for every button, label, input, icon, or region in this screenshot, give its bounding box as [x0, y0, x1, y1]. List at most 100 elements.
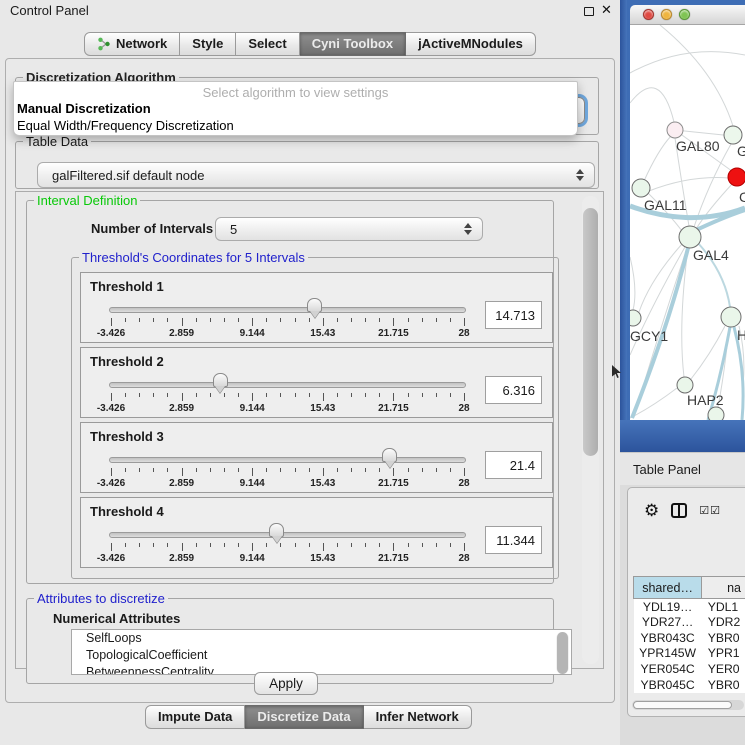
table-row[interactable]: YER054CYER0 — [634, 661, 745, 677]
threshold-label: Threshold 1 — [90, 279, 164, 294]
list-scrollbar[interactable] — [556, 632, 569, 674]
slider-handle[interactable] — [307, 298, 322, 312]
slider-handle[interactable] — [269, 523, 284, 537]
node-table[interactable]: shared… na YDL19…YDL1YDR27…YDR2YBR043CYB… — [633, 576, 745, 693]
numerical-attributes-label: Numerical Attributes — [53, 611, 180, 626]
table-panel-header: Table Panel — [620, 452, 745, 485]
network-node[interactable] — [632, 179, 650, 197]
threshold-value-field[interactable]: 14.713 — [485, 301, 542, 329]
column-header-name[interactable]: na — [702, 577, 745, 599]
tab-infer-network[interactable]: Infer Network — [364, 705, 472, 729]
threshold-slider[interactable] — [109, 457, 466, 463]
slider-handle[interactable] — [382, 448, 397, 462]
vertical-scrollbar[interactable] — [582, 196, 599, 664]
group-title: Attributes to discretize — [34, 591, 168, 606]
network-graph[interactable]: GAL80GACGAL11GAL4GCY1HHAP2 — [630, 25, 745, 420]
network-icon — [97, 37, 111, 51]
tab-label: Cyni Toolbox — [312, 33, 393, 55]
close-icon[interactable]: ✕ — [601, 2, 612, 18]
threshold-slider[interactable] — [109, 382, 466, 388]
column-header-shared[interactable]: shared… — [634, 577, 702, 599]
settings-scrollport: Interval Definition Number of Intervals … — [15, 191, 604, 669]
threshold-label: Threshold 3 — [90, 429, 164, 444]
horizontal-scrollbar[interactable] — [632, 700, 744, 710]
gear-icon[interactable]: ⚙ — [644, 502, 659, 519]
network-node[interactable] — [667, 122, 683, 138]
table-row[interactable]: YBR043CYBR0 — [634, 630, 745, 646]
spinner-arrows-icon — [460, 223, 476, 235]
dropdown-prompt: Select algorithm to view settings — [14, 82, 577, 100]
network-node[interactable] — [677, 377, 693, 393]
tab-impute-data[interactable]: Impute Data — [145, 705, 245, 729]
threshold-slider[interactable] — [109, 532, 466, 538]
table-data-combobox[interactable]: galFiltered.sif default node — [37, 162, 595, 188]
table-row[interactable]: YDR27…YDR2 — [634, 614, 745, 630]
network-window-frame-edge — [620, 0, 627, 452]
network-node[interactable] — [630, 310, 641, 326]
network-node[interactable] — [728, 168, 745, 186]
node-label: HAP2 — [687, 392, 724, 408]
tab-label: Network — [116, 33, 167, 55]
threshold-row: Threshold 2 -3.4262.8599.14415.4321.7152… — [80, 347, 553, 418]
network-edge[interactable] — [649, 178, 729, 191]
network-node[interactable] — [679, 226, 701, 248]
apply-button[interactable]: Apply — [254, 672, 318, 695]
threshold-value-field[interactable]: 21.4 — [485, 451, 542, 479]
node-label: C — [739, 189, 745, 205]
close-traffic-light[interactable] — [643, 9, 654, 20]
control-panel: Control Panel ✕ Network Style Select Cyn… — [0, 0, 620, 745]
network-edge[interactable] — [630, 52, 745, 73]
float-window-icon[interactable] — [584, 7, 594, 16]
slider-ruler: -3.4262.8599.14415.4321.71528 — [111, 318, 464, 342]
dropdown-option-equal-width[interactable]: Equal Width/Frequency Discretization — [14, 117, 577, 134]
network-edge[interactable] — [630, 257, 635, 310]
network-edge[interactable] — [644, 136, 671, 181]
zoom-traffic-light[interactable] — [679, 9, 690, 20]
number-of-intervals-label: Number of Intervals — [91, 221, 213, 236]
threshold-label: Threshold 2 — [90, 354, 164, 369]
network-window-frame-bottom — [620, 420, 745, 452]
scrollbar-thumb[interactable] — [633, 701, 732, 709]
list-item[interactable]: BetweennessCentrality — [72, 664, 571, 675]
slider-ruler: -3.4262.8599.14415.4321.71528 — [111, 393, 464, 417]
tab-label: jActiveMNodules — [418, 33, 523, 55]
control-panel-titlebar: Control Panel ✕ — [0, 0, 620, 22]
scrollbar-thumb[interactable] — [583, 208, 598, 456]
tab-select[interactable]: Select — [236, 32, 299, 56]
node-label: H — [737, 327, 745, 343]
number-of-intervals-combobox[interactable]: 5 — [215, 217, 483, 241]
threshold-slider[interactable] — [109, 307, 466, 313]
numerical-attributes-list[interactable]: SelfLoops TopologicalCoefficient Between… — [71, 629, 572, 675]
threshold-value-field[interactable]: 11.344 — [485, 526, 542, 554]
tab-label: Impute Data — [158, 706, 232, 728]
dropdown-option-manual[interactable]: Manual Discretization — [14, 100, 577, 117]
tab-label: Infer Network — [376, 706, 459, 728]
network-node[interactable] — [708, 407, 724, 420]
slider-handle[interactable] — [213, 373, 228, 387]
table-row[interactable]: YBR045CYBR0 — [634, 677, 745, 693]
node-label: GAL80 — [676, 138, 720, 154]
tab-discretize-data[interactable]: Discretize Data — [245, 705, 363, 729]
network-edge[interactable] — [639, 244, 682, 312]
node-label: GAL4 — [693, 247, 729, 263]
tab-label: Discretize Data — [257, 706, 350, 728]
checkbox-icons[interactable]: ☑☑ — [699, 504, 721, 517]
network-edge[interactable] — [630, 88, 674, 122]
minimize-traffic-light[interactable] — [661, 9, 672, 20]
tab-cyni-toolbox[interactable]: Cyni Toolbox — [300, 32, 406, 56]
tab-network[interactable]: Network — [84, 32, 180, 56]
table-row[interactable]: YPR145WYPR1 — [634, 646, 745, 662]
threshold-value-field[interactable]: 6.316 — [485, 376, 542, 404]
table-row[interactable]: YDL19…YDL1 — [634, 599, 745, 615]
tab-style[interactable]: Style — [180, 32, 236, 56]
split-view-icon[interactable] — [671, 503, 687, 518]
list-item[interactable]: TopologicalCoefficient — [72, 647, 571, 664]
list-item[interactable]: SelfLoops — [72, 630, 571, 647]
network-canvas[interactable]: GAL80GACGAL11GAL4GCY1HHAP2 — [630, 25, 745, 420]
network-window-titlebar[interactable] — [630, 5, 745, 25]
top-tabstrip: Network Style Select Cyni Toolbox jActiv… — [84, 32, 536, 56]
threshold-row: Threshold 4 -3.4262.8599.14415.4321.7152… — [80, 497, 553, 568]
tab-jactivemnodules[interactable]: jActiveMNodules — [406, 32, 536, 56]
network-node[interactable] — [724, 126, 742, 144]
network-node[interactable] — [721, 307, 741, 327]
